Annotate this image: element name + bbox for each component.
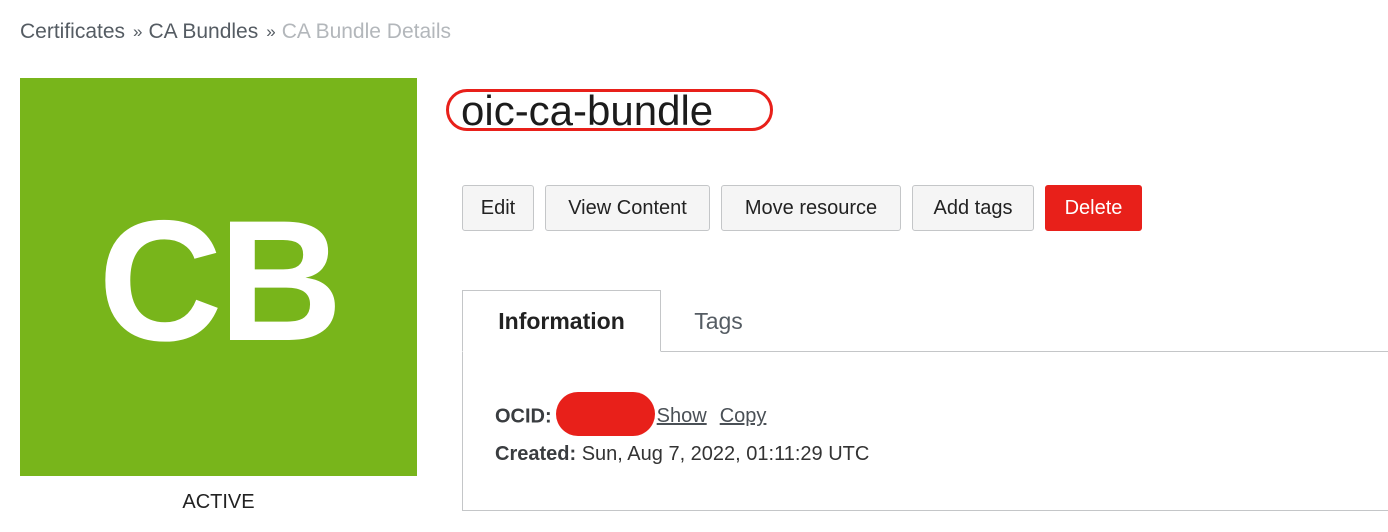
delete-button[interactable]: Delete (1045, 185, 1142, 231)
breadcrumb-current: CA Bundle Details (281, 20, 451, 43)
add-tags-button[interactable]: Add tags (912, 185, 1034, 231)
created-label: Created: (495, 443, 577, 465)
details-panel: Information Tags OCID: Show Copy Created: … (462, 290, 1388, 511)
show-ocid-link[interactable]: Show (657, 405, 707, 427)
move-resource-button[interactable]: Move resource (721, 185, 901, 231)
avatar-initials: CB (98, 185, 342, 377)
action-toolbar: Edit View Content Move resource Add tags… (462, 185, 1142, 231)
created-row: Created: Sun, Aug 7, 2022, 01:11:29 UTC (495, 443, 869, 466)
resource-avatar: CB (20, 78, 417, 476)
breadcrumb: Certificates » CA Bundles » CA Bundle Detail… (20, 19, 451, 46)
breadcrumb-separator: » (266, 22, 276, 41)
breadcrumb-certificates-link[interactable]: Certificates (20, 20, 125, 43)
copy-ocid-link[interactable]: Copy (720, 405, 767, 427)
tab-information[interactable]: Information (462, 290, 661, 352)
ocid-redaction (555, 392, 655, 436)
tab-bar: Information Tags (462, 290, 1388, 352)
lifecycle-state-label: ACTIVE (182, 491, 255, 513)
created-value: Sun, Aug 7, 2022, 01:11:29 UTC (581, 443, 870, 465)
breadcrumb-ca-bundles-link[interactable]: CA Bundles (149, 20, 259, 43)
view-content-button[interactable]: View Content (545, 185, 710, 231)
tab-tags[interactable]: Tags (661, 290, 776, 352)
ocid-label: OCID: (495, 405, 552, 428)
breadcrumb-separator: » (133, 22, 143, 41)
ocid-row: OCID: Show Copy (495, 392, 767, 439)
edit-button[interactable]: Edit (462, 185, 534, 231)
page-title: oic-ca-bundle (461, 87, 714, 134)
